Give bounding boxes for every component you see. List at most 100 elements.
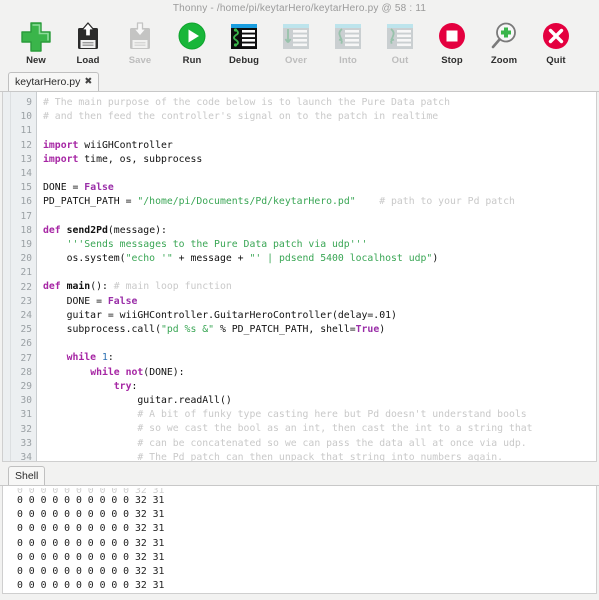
line-number: 18 [20,224,32,236]
editor-margin-strip [3,92,11,461]
code-line: def send2Pd(message): [43,224,167,236]
editor-tabstrip: keytarHero.py ✖ [0,72,599,92]
load-button[interactable]: Load [62,20,114,66]
code-line: while 1: [66,352,114,364]
code-line: guitar = wiiGHController.GuitarHeroContr… [43,309,397,321]
code-line: # The main purpose of the code below is … [43,97,450,108]
code-line: while not(DONE): [90,366,185,378]
step-into-button[interactable]: Into [322,20,374,66]
save-button-label: Save [128,55,152,66]
save-button[interactable]: Save [114,20,166,66]
line-number: 23 [20,295,32,307]
code-line: DONE = False [43,182,114,194]
line-number: 11 [20,125,32,137]
window-title: Thonny - /home/pi/keytarHero/keytarHero.… [172,3,427,14]
step-into-icon [331,20,365,54]
code-line: try: [113,380,138,392]
line-number: 26 [20,338,32,350]
shell-panel[interactable]: 0 0 0 0 0 0 0 0 0 0 32 31 0 0 0 0 0 0 0 0… [2,486,597,594]
line-number: 22 [20,281,32,293]
line-number: 14 [20,168,32,180]
thonny-window: Thonny - /home/pi/keytarHero/keytarHero.… [0,0,599,600]
debug-icon [227,20,261,54]
stop-button-label: Stop [441,55,463,66]
stop-button[interactable]: Stop [426,20,478,66]
quit-button[interactable]: Quit [530,20,582,66]
line-number: 32 [20,423,32,435]
step-over-icon [279,20,313,54]
run-button[interactable]: Run [166,20,218,66]
line-number: 31 [20,409,32,421]
line-number: 9 [26,97,32,108]
code-line: import time, os, subprocess [43,153,203,165]
code-line: '''Sends messages to the Pure Data patch… [66,238,368,250]
quit-button-label: Quit [546,55,566,66]
line-number: 33 [20,437,32,449]
line-number: 10 [20,111,32,123]
line-number: 28 [20,366,32,378]
zoom-magnifier-icon [487,20,521,54]
line-number: 34 [20,452,32,462]
line-number: 30 [20,395,32,407]
step-out-button[interactable]: Out [374,20,426,66]
code-line: # so we cast the bool as an int, then ca… [137,423,533,435]
line-number: 12 [20,139,32,151]
editor-code-area[interactable]: # The main purpose of the code below is … [37,92,596,461]
code-line: # can be concatenated so we can pass the… [137,437,527,449]
step-over-button-label: Over [284,55,308,66]
line-number: 16 [20,196,32,208]
editor-line-number-gutter: 9 10 11 12 13 14 15 16 17 18 19 20 21 22 23 24 25 26 27 28 2… [11,92,37,461]
load-button-label: Load [76,55,100,66]
editor-tab-keytarhero[interactable]: keytarHero.py ✖ [8,72,100,91]
shell-output: 0 0 0 0 0 0 0 0 0 0 32 31 0 0 0 0 0 0 0 0… [3,486,596,593]
editor-tab-label: keytarHero.py [15,76,81,88]
step-out-icon [383,20,417,54]
shell-line: 0 0 0 0 0 0 0 0 0 0 32 31 [17,495,165,506]
shell-tabstrip: Shell [0,466,599,486]
code-line: def main(): # main loop function [43,281,232,293]
new-button-label: New [26,55,46,66]
code-editor[interactable]: 9 10 11 12 13 14 15 16 17 18 19 20 21 22 23 24 25 26 27 28 2… [2,92,597,462]
line-number: 21 [20,267,32,279]
line-number: 27 [20,352,32,364]
line-number: 25 [20,324,32,336]
code-line: import wiiGHController [43,139,173,151]
code-line: guitar.readAll() [43,394,232,406]
code-line: subprocess.call("pd %s &" % PD_PATCH_PAT… [43,324,386,335]
quit-close-icon [539,20,573,54]
debug-button-label: Debug [228,55,260,66]
step-over-button[interactable]: Over [270,20,322,66]
run-play-icon [175,20,209,54]
shell-line: 0 0 0 0 0 0 0 0 0 0 32 31 [17,523,165,535]
shell-line: 0 0 0 0 0 0 0 0 0 0 32 31 [17,537,165,549]
line-number: 20 [20,253,32,265]
stop-icon [435,20,469,54]
zoom-button[interactable]: Zoom [478,20,530,66]
new-button[interactable]: New [10,20,62,66]
main-toolbar: New Load Save Run Debug Over Into Out St… [0,18,599,72]
line-number: 29 [20,381,32,393]
code-line: # A bit of funky type casting here but P… [137,409,527,421]
new-plus-icon [19,20,53,54]
shell-tab[interactable]: Shell [8,466,46,485]
code-line: os.system("echo '" + message + "' | pdse… [43,253,439,265]
line-number: 19 [20,239,32,251]
debug-button[interactable]: Debug [218,20,270,66]
close-icon[interactable]: ✖ [84,73,92,91]
code-line: # The Pd patch can then unpack that stri… [137,451,504,461]
line-number: 24 [20,310,32,322]
code-line: # and then feed the controller's signal … [43,111,439,123]
load-floppy-icon [71,20,105,54]
line-number: 13 [20,153,32,165]
shell-line: 0 0 0 0 0 0 0 0 0 0 32 31 [17,551,165,563]
shell-line: 0 0 0 0 0 0 0 0 0 0 32 31 [17,566,165,578]
code-line: DONE = False [43,295,138,307]
save-floppy-icon [123,20,157,54]
step-into-button-label: Into [339,55,357,66]
shell-line: 0 0 0 0 0 0 0 0 0 0 32 31 [17,580,165,592]
